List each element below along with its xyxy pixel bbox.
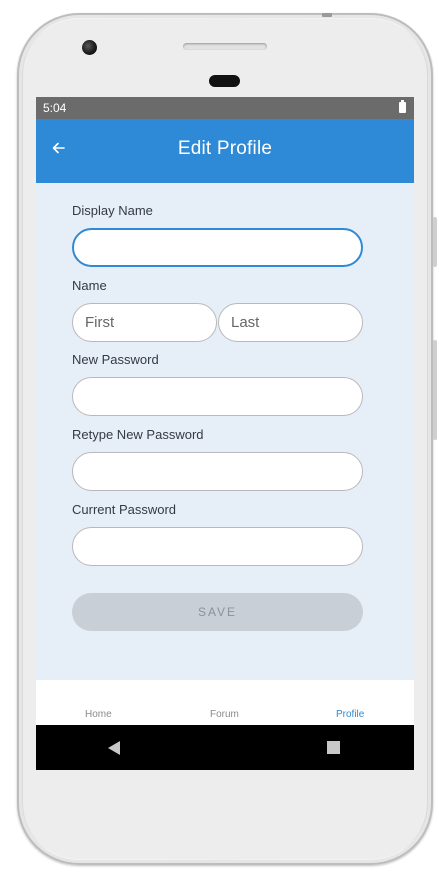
battery-icon [399,100,406,113]
current-password-input[interactable] [72,527,363,566]
tab-profile[interactable]: Profile [336,709,364,720]
tab-home[interactable]: Home [85,709,112,720]
page-title: Edit Profile [177,138,273,159]
status-time: 5:04 [43,101,67,115]
save-button[interactable]: SAVE [72,593,363,631]
volume-button [433,217,437,267]
display-name-input[interactable] [72,228,363,267]
name-label: Name [72,278,107,293]
app-bar: Edit Profile [36,119,414,183]
nav-back-icon[interactable] [108,741,120,755]
status-bar: 5:04 [36,97,414,119]
power-button [433,340,437,440]
last-name-input[interactable] [218,303,363,342]
new-password-input[interactable] [72,377,363,416]
display-name-label: Display Name [72,203,153,218]
retype-password-label: Retype New Password [72,427,204,442]
proximity-sensor [209,75,240,87]
tab-forum[interactable]: Forum [210,709,239,720]
retype-password-input[interactable] [72,452,363,491]
front-camera [82,40,97,55]
bottom-tab-bar: Home Forum Profile [36,680,414,725]
edit-profile-form: Display Name Name New Password Retype Ne… [36,183,414,680]
system-nav-bar [36,725,414,770]
top-notch [322,13,332,17]
current-password-label: Current Password [72,502,177,517]
screen: 5:04 Edit Profile Display Name Name New … [36,97,414,770]
new-password-label: New Password [72,352,159,367]
first-name-input[interactable] [72,303,217,342]
nav-recents-icon[interactable] [327,741,340,754]
earpiece-speaker [183,43,267,50]
